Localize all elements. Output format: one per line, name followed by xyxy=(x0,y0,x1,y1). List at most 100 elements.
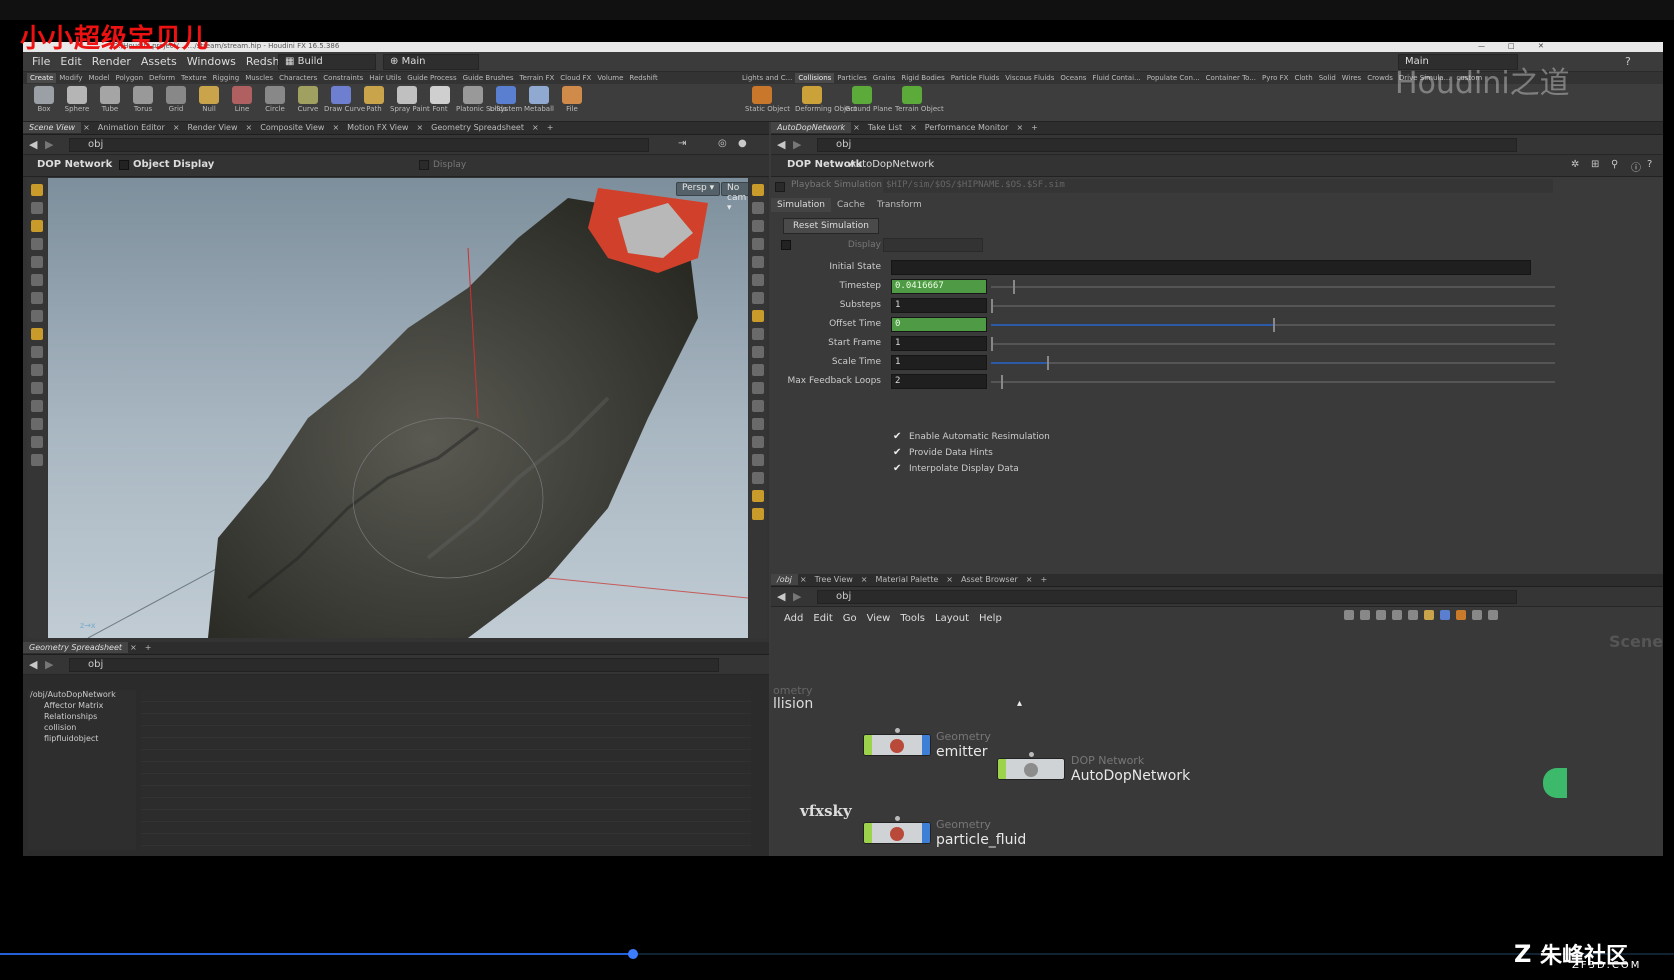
slider-knob[interactable] xyxy=(1273,318,1275,332)
pane-tab[interactable]: Composite View xyxy=(254,122,330,133)
shelf-tool-path[interactable]: Path xyxy=(357,84,391,113)
desktop-dropdown[interactable]: ▦ Build xyxy=(278,54,376,70)
shelf-tool-metaball[interactable]: Metaball xyxy=(522,84,556,113)
tab-close-icon[interactable]: × xyxy=(244,122,255,133)
video-progress-knob[interactable] xyxy=(627,949,638,959)
ghost-icon[interactable] xyxy=(752,202,764,214)
pencil-icon[interactable] xyxy=(752,364,764,376)
shelf-tab[interactable]: Constraints xyxy=(320,73,366,83)
scale-tool-icon[interactable] xyxy=(31,238,43,250)
emitter-node[interactable] xyxy=(863,734,931,756)
param-field[interactable]: 1 xyxy=(891,355,987,370)
table-icon[interactable] xyxy=(1408,610,1418,620)
shelf-tab[interactable]: Volume xyxy=(594,73,626,83)
tab-close-icon[interactable]: × xyxy=(81,122,92,133)
display-checkbox[interactable] xyxy=(419,160,429,170)
shelf-tool-platonic-solids[interactable]: Platonic Solids xyxy=(456,84,507,113)
param-slider[interactable] xyxy=(991,375,1555,389)
add-tab-icon[interactable]: + xyxy=(139,642,158,653)
pin-icon[interactable]: ⇥ xyxy=(678,138,686,149)
param-slider[interactable] xyxy=(991,318,1555,332)
hand-icon[interactable] xyxy=(752,400,764,412)
autodopnetwork-node[interactable] xyxy=(997,758,1065,780)
pane-tab[interactable]: Scene View xyxy=(23,122,82,133)
shelf-tab[interactable]: Guide Process xyxy=(404,73,459,83)
bulb-icon-2[interactable] xyxy=(752,508,764,520)
pane-tab[interactable]: AutoDopNetwork xyxy=(771,122,852,133)
shelf-tab[interactable]: Model xyxy=(85,73,112,83)
side-badge[interactable] xyxy=(1543,768,1567,798)
display-param-field[interactable] xyxy=(883,238,983,252)
shelf-tool-box[interactable]: Box xyxy=(27,84,61,113)
capture-icon[interactable] xyxy=(752,418,764,430)
move-tool-icon[interactable] xyxy=(31,202,43,214)
pose-tool-icon[interactable] xyxy=(31,274,43,286)
help-icon[interactable]: ? xyxy=(1625,55,1631,68)
shelf-tool-spray-paint[interactable]: Spray Paint xyxy=(390,84,430,113)
forward-arrow-icon-2[interactable]: ▶ xyxy=(45,658,53,671)
param-slider[interactable] xyxy=(991,280,1555,294)
param-folder-tab[interactable]: Simulation xyxy=(771,198,831,212)
param-folder-tab[interactable]: Cache xyxy=(831,198,871,212)
param-field[interactable]: 0 xyxy=(891,317,987,332)
shelf-tab[interactable]: Cloth xyxy=(1291,73,1315,83)
list-icon[interactable] xyxy=(1376,610,1386,620)
param-checkbox[interactable]: ✔ xyxy=(893,432,903,442)
scissors-icon[interactable] xyxy=(1344,610,1354,620)
visibility-icon[interactable]: ● xyxy=(738,138,747,149)
magnet-icon[interactable] xyxy=(31,400,43,412)
slider-knob[interactable] xyxy=(991,299,993,313)
playback-checkbox[interactable] xyxy=(775,182,785,192)
tab-close-icon[interactable]: × xyxy=(851,122,862,133)
tab-close-icon[interactable]: × xyxy=(798,574,809,585)
scene-path-field[interactable]: obj xyxy=(69,138,649,152)
tab-close-icon[interactable]: × xyxy=(859,574,870,585)
shelf-tool-l-system[interactable]: L-System xyxy=(489,84,523,113)
network-menu-add[interactable]: Add xyxy=(779,610,808,627)
shelf-tool-curve[interactable]: Curve xyxy=(291,84,325,113)
grid-snap-icon[interactable] xyxy=(31,364,43,376)
param-field[interactable] xyxy=(891,260,1531,275)
shelf-tab[interactable]: Particles xyxy=(834,73,870,83)
slider-knob[interactable] xyxy=(991,337,993,351)
tree-icon[interactable] xyxy=(1360,610,1370,620)
pane-tab[interactable]: Animation Editor xyxy=(92,122,171,133)
dop-input-dot[interactable] xyxy=(1029,752,1034,757)
shelf-tab[interactable]: Terrain FX xyxy=(517,73,558,83)
reset-simulation-button[interactable]: Reset Simulation xyxy=(783,218,879,234)
tab-close-icon[interactable]: × xyxy=(128,642,139,653)
minimize-button[interactable]: — xyxy=(1478,42,1485,50)
handle-tool-icon[interactable] xyxy=(31,256,43,268)
network-path-field[interactable]: obj xyxy=(817,590,1517,604)
image-icon-2[interactable] xyxy=(1440,610,1450,620)
tab-close-icon[interactable]: × xyxy=(530,122,541,133)
pane-tab[interactable]: Material Palette xyxy=(870,574,945,585)
image-icon[interactable] xyxy=(752,490,764,502)
rotate-tool-icon[interactable] xyxy=(31,220,43,232)
shelf-tab[interactable]: Crowds xyxy=(1364,73,1396,83)
lock-icon[interactable] xyxy=(752,220,764,232)
shelf-tool-line[interactable]: Line xyxy=(225,84,259,113)
display-options-icon[interactable] xyxy=(752,184,764,196)
shelf-tab[interactable]: Lights and C... xyxy=(739,73,795,83)
tab-close-icon[interactable]: × xyxy=(171,122,182,133)
persp-button[interactable]: Persp ▾ xyxy=(676,182,721,196)
pane-tab[interactable]: /obj xyxy=(771,574,798,585)
param-field[interactable]: 1 xyxy=(891,298,987,313)
param-checkbox[interactable]: ✔ xyxy=(893,448,903,458)
brush-tool-icon[interactable] xyxy=(31,292,43,304)
add-tab-icon[interactable]: + xyxy=(1025,122,1044,133)
info-icon[interactable]: ⓘ xyxy=(1631,159,1641,174)
tab-close-icon[interactable]: × xyxy=(944,574,955,585)
shelf-tab[interactable]: Muscles xyxy=(242,73,276,83)
shelf-tab[interactable]: Wires xyxy=(1339,73,1364,83)
shelf-tab[interactable]: Rigid Bodies xyxy=(898,73,947,83)
param-folder-tab[interactable]: Transform xyxy=(871,198,928,212)
param-field[interactable]: 0.0416667 xyxy=(891,279,987,294)
globe-icon[interactable] xyxy=(31,436,43,448)
shelf-tool-ground-plane[interactable]: Ground Plane xyxy=(845,84,892,113)
shelf-tab[interactable]: Modify xyxy=(56,73,85,83)
shelf-tab[interactable]: Hair Utils xyxy=(366,73,404,83)
shelf-tool-file[interactable]: File xyxy=(555,84,589,113)
param-slider[interactable] xyxy=(991,337,1555,351)
